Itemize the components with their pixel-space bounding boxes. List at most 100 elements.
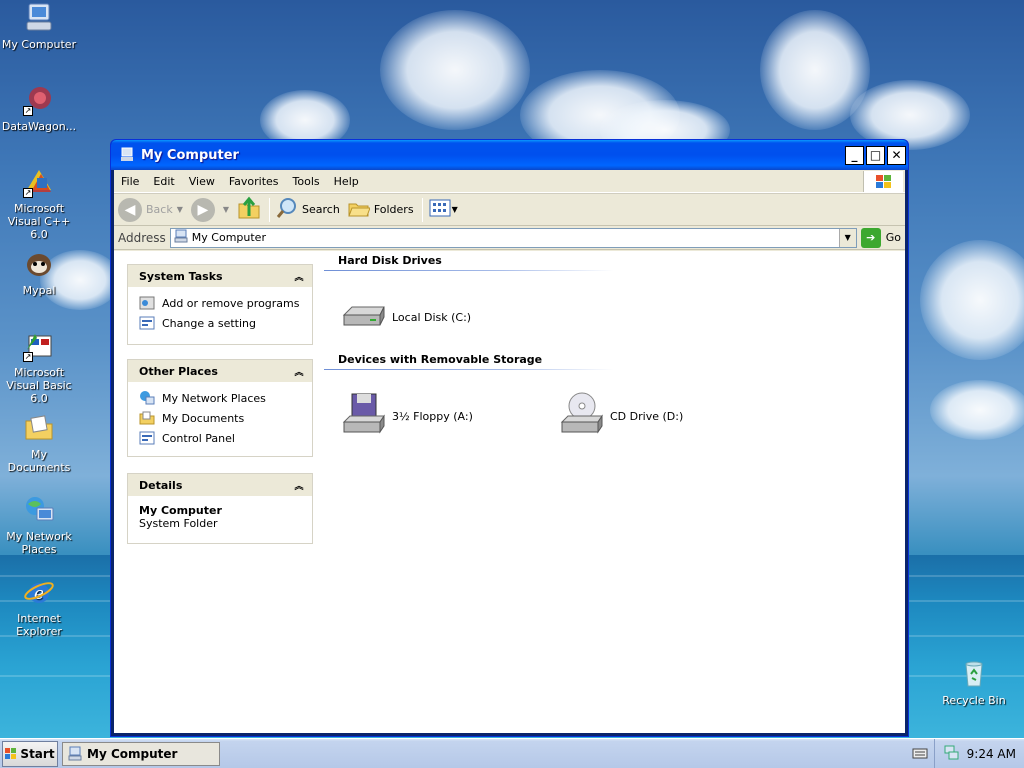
desktop-icon-recycle-bin[interactable]: Recycle Bin — [934, 658, 1014, 707]
menu-favorites[interactable]: Favorites — [222, 175, 286, 188]
folders-icon — [348, 197, 371, 222]
desktop-icon-mypal[interactable]: Mypal — [0, 248, 79, 297]
task-change-setting[interactable]: Change a setting — [139, 313, 302, 333]
menu-file[interactable]: File — [114, 175, 146, 188]
keyboard-icon[interactable] — [912, 746, 928, 760]
my-computer-icon — [174, 229, 188, 246]
system-tasks-panel: System Tasks ︽ Add or remove programs Ch… — [127, 264, 313, 345]
menu-view[interactable]: View — [182, 175, 222, 188]
back-button[interactable]: ◀ Back ▼ — [118, 197, 183, 222]
close-button[interactable]: ✕ — [887, 145, 906, 165]
address-label: Address — [118, 230, 166, 245]
search-button[interactable]: Search — [276, 197, 340, 222]
views-icon — [429, 198, 451, 221]
address-dropdown-button[interactable]: ▼ — [838, 228, 856, 247]
explorer-content: System Tasks ︽ Add or remove programs Ch… — [114, 251, 905, 733]
floppy-drive-icon — [340, 392, 388, 440]
windows-logo-icon — [863, 171, 903, 192]
place-network-places[interactable]: My Network Places — [139, 388, 302, 408]
other-places-panel: Other Places ︽ My Network Places My Docu… — [127, 359, 313, 457]
desktop-icon-visual-cpp[interactable]: ↗ Microsoft Visual C++ 6.0 — [0, 166, 79, 241]
group-hard-disk-drives: Hard Disk Drives — [324, 254, 905, 271]
address-bar: Address My Computer ▼ ➔ Go — [114, 226, 905, 250]
back-arrow-icon: ◀ — [118, 197, 142, 222]
control-panel-icon — [139, 430, 155, 446]
system-tray: 9:24 AM — [933, 739, 1024, 768]
chevron-down-icon[interactable]: ▼ — [452, 205, 458, 214]
visual-basic-icon: ↗ — [23, 330, 55, 362]
task-add-remove-programs[interactable]: Add or remove programs — [139, 293, 302, 313]
group-divider — [324, 270, 614, 271]
desktop-icon-my-documents[interactable]: My Documents — [0, 412, 79, 474]
mypal-icon — [23, 248, 55, 280]
group-header: Devices with Removable Storage — [338, 353, 543, 366]
visual-cpp-icon: ↗ — [23, 166, 55, 198]
desktop-icon-datawagon[interactable]: ↗ DataWagon... — [0, 84, 79, 133]
chevron-down-icon[interactable]: ▼ — [177, 205, 183, 214]
minimize-button[interactable]: _ — [845, 145, 864, 165]
details-panel: Details ︽ My Computer System Folder — [127, 473, 313, 544]
place-my-documents[interactable]: My Documents — [139, 408, 302, 428]
my-documents-icon — [139, 410, 155, 426]
forward-button[interactable]: ▶ ▼ — [190, 197, 229, 222]
taskbar-item-my-computer[interactable]: My Computer — [62, 741, 220, 766]
hard-disk-icon — [340, 293, 388, 341]
group-divider — [324, 369, 614, 370]
taskbar: Start My Computer 9:24 AM — [0, 738, 1024, 768]
collapse-chevron-icon[interactable]: ︽ — [292, 478, 306, 492]
desktop-icon-my-computer[interactable]: My Computer — [0, 2, 79, 51]
go-button[interactable]: ➔ Go — [860, 227, 901, 248]
network-places-icon — [23, 494, 55, 526]
drive-floppy-a[interactable]: 3½ Floppy (A:) — [340, 392, 473, 440]
task-pane: System Tasks ︽ Add or remove programs Ch… — [114, 251, 324, 733]
other-places-header[interactable]: Other Places ︽ — [128, 360, 312, 382]
datawagon-icon: ↗ — [23, 84, 55, 116]
details-header[interactable]: Details ︽ — [128, 474, 312, 496]
up-folder-button[interactable] — [237, 196, 261, 223]
toolbar-separator — [269, 197, 271, 222]
network-places-icon — [139, 390, 155, 406]
standard-toolbar: ◀ Back ▼ ▶ ▼ Search Folders ▼ — [114, 193, 905, 226]
views-button[interactable]: ▼ — [429, 198, 458, 221]
desktop-icon-internet-explorer[interactable]: e Internet Explorer — [0, 576, 79, 638]
system-tasks-header[interactable]: System Tasks ︽ — [128, 265, 312, 287]
menu-tools[interactable]: Tools — [286, 175, 327, 188]
drive-local-disk-c[interactable]: Local Disk (C:) — [340, 293, 471, 341]
collapse-chevron-icon[interactable]: ︽ — [292, 269, 306, 283]
group-header: Hard Disk Drives — [338, 254, 442, 267]
desktop-icon-network-places[interactable]: My Network Places — [0, 494, 79, 556]
place-control-panel[interactable]: Control Panel — [139, 428, 302, 448]
group-removable-storage: Devices with Removable Storage — [324, 353, 905, 370]
maximize-button[interactable]: □ — [866, 145, 885, 165]
menu-edit[interactable]: Edit — [146, 175, 181, 188]
recycle-bin-icon — [958, 658, 990, 690]
clock[interactable]: 9:24 AM — [967, 747, 1016, 761]
cd-drive-icon — [558, 392, 606, 440]
menu-help[interactable]: Help — [327, 175, 366, 188]
start-button[interactable]: Start — [2, 740, 58, 767]
window-body: File Edit View Favorites Tools Help ◀ Ba… — [114, 170, 905, 733]
my-computer-window[interactable]: My Computer _ □ ✕ File Edit View Favorit… — [110, 139, 909, 737]
my-computer-icon — [23, 2, 55, 34]
my-documents-icon — [23, 412, 55, 444]
folders-button[interactable]: Folders — [348, 197, 414, 222]
shortcut-arrow-icon: ↗ — [23, 106, 33, 116]
internet-explorer-icon: e — [23, 576, 55, 608]
control-panel-icon — [139, 315, 155, 331]
chevron-down-icon[interactable]: ▼ — [223, 205, 229, 214]
desktop-icon-visual-basic[interactable]: ↗ Microsoft Visual Basic 6.0 — [0, 330, 79, 405]
title-bar[interactable]: My Computer _ □ ✕ — [111, 140, 908, 170]
address-input[interactable]: My Computer ▼ — [169, 227, 857, 248]
add-remove-programs-icon — [139, 295, 155, 311]
details-type: System Folder — [139, 517, 218, 530]
file-view: Hard Disk Drives Local Disk (C:) Devices… — [324, 251, 905, 733]
window-title: My Computer — [141, 147, 239, 163]
drive-cd-d[interactable]: CD Drive (D:) — [558, 392, 683, 440]
search-icon — [276, 197, 298, 222]
windows-logo-icon — [5, 747, 17, 760]
go-arrow-icon: ➔ — [860, 227, 881, 248]
forward-arrow-icon: ▶ — [190, 197, 215, 222]
collapse-chevron-icon[interactable]: ︽ — [292, 364, 306, 378]
network-status-icon[interactable] — [943, 744, 959, 763]
address-value: My Computer — [191, 231, 266, 244]
